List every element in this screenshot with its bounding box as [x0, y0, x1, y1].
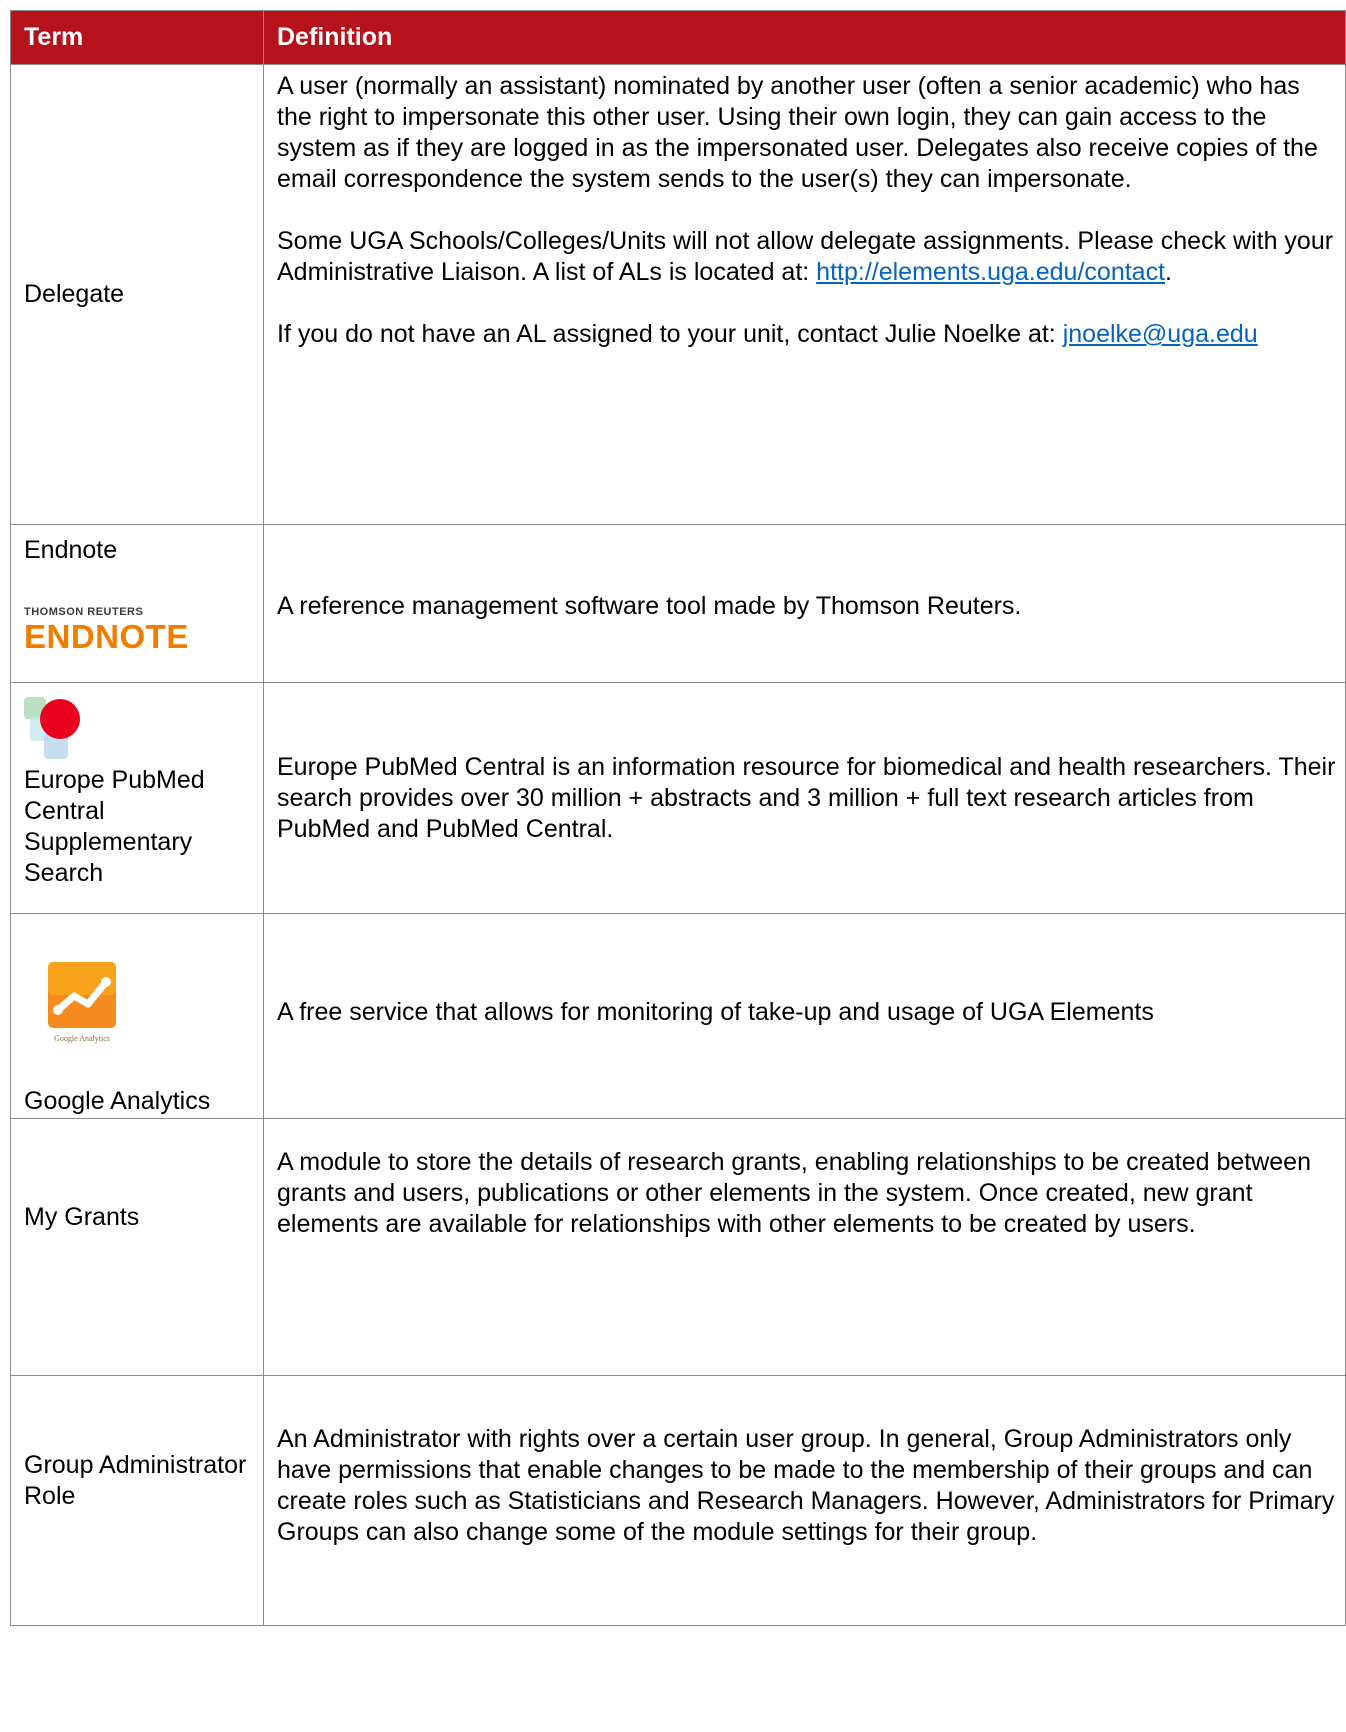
table-header-row: Term Definition — [10, 10, 1346, 65]
term-cell: Delegate — [10, 64, 264, 525]
table-row: Delegate A user (normally an assistant) … — [10, 64, 1346, 525]
term-label: Europe PubMed Central Supplementary Sear… — [24, 766, 205, 887]
definition-text: A free service that allows for monitorin… — [277, 997, 1154, 1026]
definition-text: Europe PubMed Central is an information … — [277, 752, 1336, 843]
definition-text: A module to store the details of researc… — [277, 1148, 1311, 1238]
europe-pmc-icon — [24, 697, 80, 759]
term-label: Group Administrator Role — [24, 1450, 247, 1510]
term-cell: Group Administrator Role — [10, 1375, 264, 1626]
term-label: Google Analytics — [24, 1087, 211, 1115]
definition-paragraph: If you do not have an AL assigned to you… — [277, 320, 1258, 348]
header-definition: Definition — [263, 10, 1346, 65]
term-cell: My Grants — [10, 1118, 264, 1376]
email-link[interactable]: jnoelke@uga.edu — [1063, 320, 1258, 348]
table-row: Group Administrator Role An Administrato… — [10, 1375, 1346, 1626]
definition-cell: Europe PubMed Central is an information … — [263, 682, 1346, 914]
table-row: Europe PubMed Central Supplementary Sear… — [10, 682, 1346, 914]
definition-paragraph: A user (normally an assistant) nominated… — [277, 72, 1318, 193]
definition-cell: A free service that allows for monitorin… — [263, 913, 1346, 1119]
definition-paragraph: Some UGA Schools/Colleges/Units will not… — [277, 227, 1334, 286]
definition-cell: A module to store the details of researc… — [263, 1118, 1346, 1376]
table-row: My Grants A module to store the details … — [10, 1118, 1346, 1376]
glossary-table: Term Definition Delegate A user (normall… — [10, 10, 1346, 1626]
term-cell: Endnote THOMSON REUTERS ENDNOTE — [10, 524, 264, 683]
google-analytics-icon: Google Analytics — [48, 962, 116, 1043]
contact-link[interactable]: http://elements.uga.edu/contact — [816, 258, 1165, 286]
definition-cell: A reference management software tool mad… — [263, 524, 1346, 683]
term-cell: Google Analytics Google Analytics — [10, 913, 264, 1119]
term-label: Endnote — [24, 536, 118, 564]
table-row: Endnote THOMSON REUTERS ENDNOTE A refere… — [10, 524, 1346, 683]
term-cell: Europe PubMed Central Supplementary Sear… — [10, 682, 264, 914]
term-label: Delegate — [24, 280, 125, 308]
definition-text: An Administrator with rights over a cert… — [277, 1425, 1335, 1546]
header-term: Term — [10, 10, 264, 65]
definition-cell: An Administrator with rights over a cert… — [263, 1375, 1346, 1626]
term-label: My Grants — [24, 1202, 140, 1231]
endnote-logo: THOMSON REUTERS ENDNOTE — [24, 606, 189, 655]
definition-text: A reference management software tool mad… — [277, 592, 1022, 620]
table-row: Google Analytics Google Analytics A free… — [10, 913, 1346, 1119]
definition-cell: A user (normally an assistant) nominated… — [263, 64, 1346, 525]
ga-caption: Google Analytics — [54, 1034, 110, 1043]
